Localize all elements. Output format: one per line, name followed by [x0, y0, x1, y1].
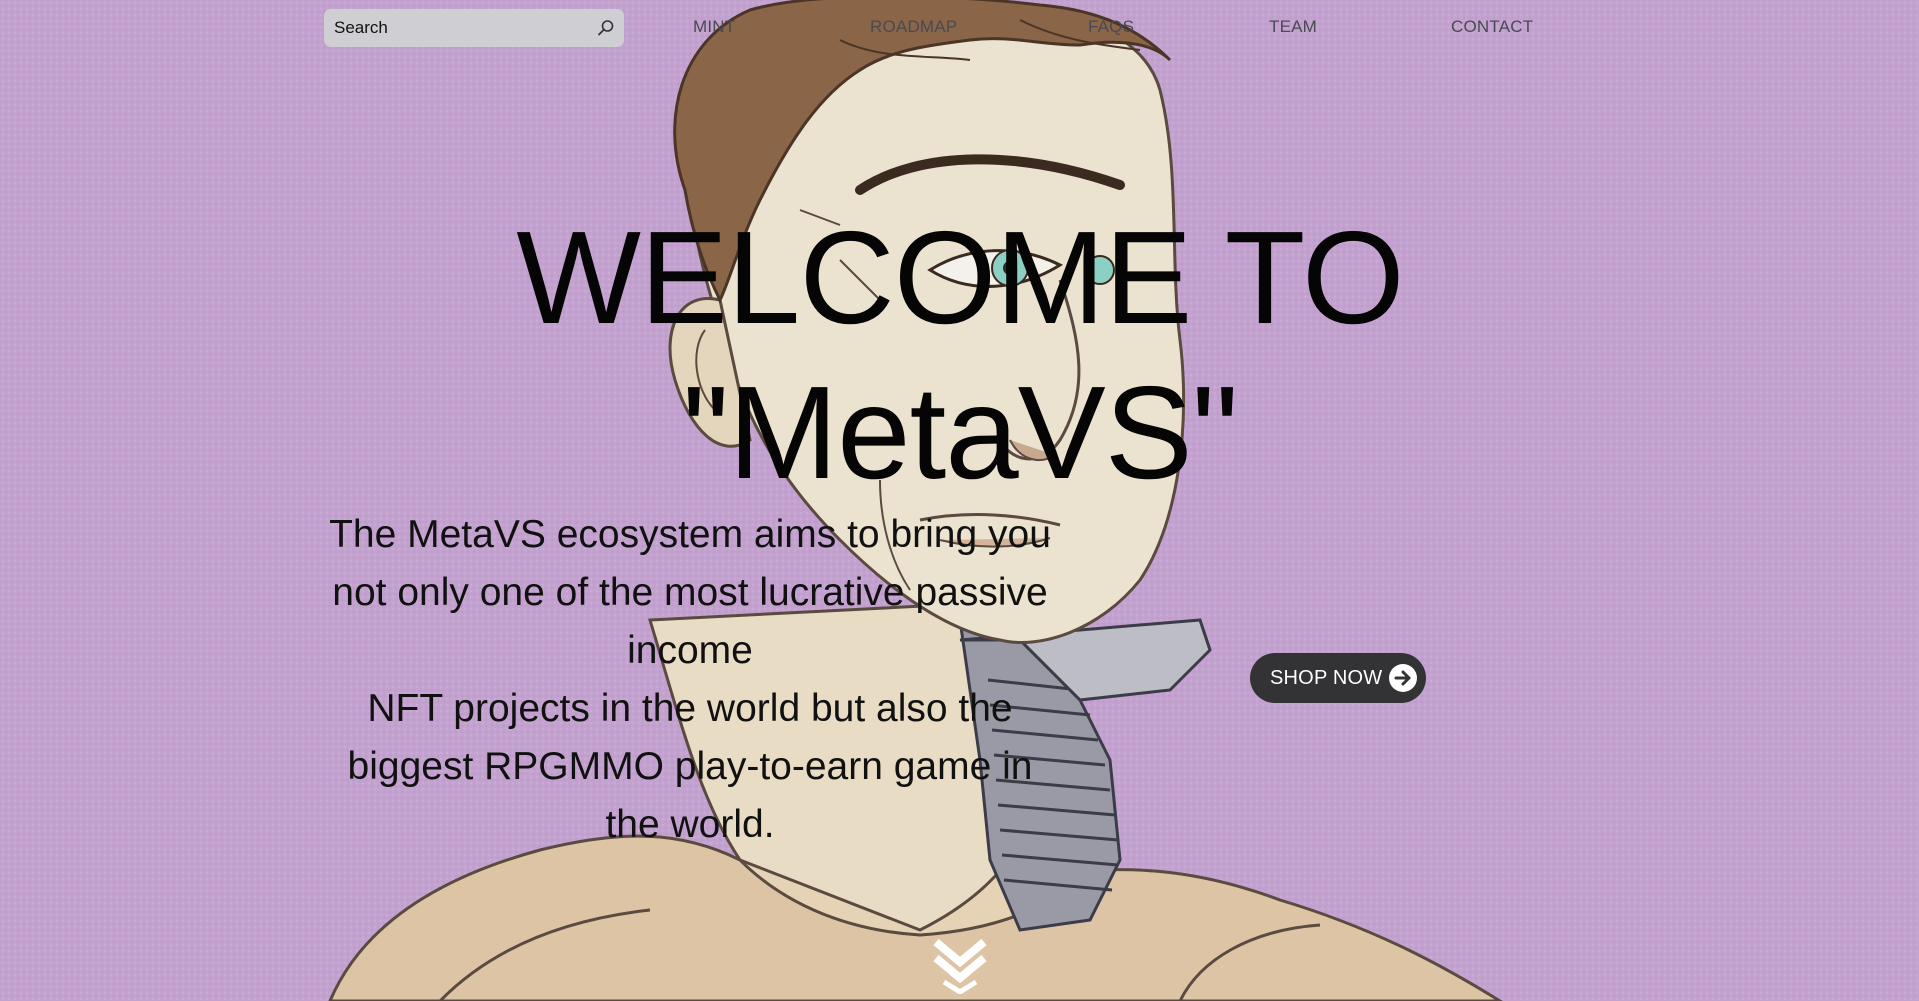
hero-description-paragraph-1: The MetaVS ecosystem aims to bring you n… — [329, 513, 1051, 672]
nav-link-roadmap[interactable]: ROADMAP — [870, 17, 957, 37]
arrow-right-circle-icon — [1389, 664, 1417, 692]
hero-description: The MetaVS ecosystem aims to bring you n… — [318, 506, 1062, 854]
nav-link-contact[interactable]: CONTACT — [1451, 17, 1533, 37]
search-box[interactable] — [324, 9, 624, 47]
hero-title-line2: "MetaVS" — [682, 359, 1238, 506]
hero-title: WELCOME TO "MetaVS" — [360, 200, 1560, 510]
search-icon[interactable] — [597, 19, 615, 37]
shop-now-button[interactable]: SHOP NOW — [1250, 653, 1426, 703]
hero-title-line1: WELCOME TO — [516, 204, 1404, 351]
hero-description-paragraph-2: NFT projects in the world but also the b… — [347, 687, 1033, 846]
top-navigation: MINT ROADMAP FAQS TEAM CONTACT — [0, 0, 1919, 56]
nav-link-faqs[interactable]: FAQS — [1088, 17, 1134, 37]
search-input[interactable] — [332, 9, 586, 47]
double-chevron-down-icon[interactable] — [930, 938, 990, 994]
nav-link-mint[interactable]: MINT — [693, 17, 735, 37]
shop-now-label: SHOP NOW — [1270, 667, 1383, 689]
nav-link-team[interactable]: TEAM — [1269, 17, 1317, 37]
